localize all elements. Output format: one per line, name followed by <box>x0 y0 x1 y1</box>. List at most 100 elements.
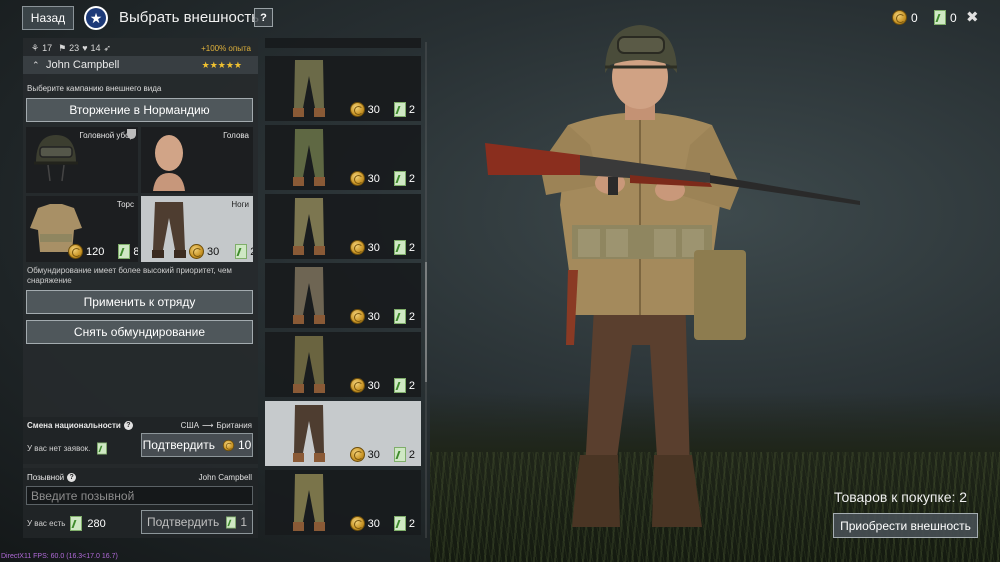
silver-coin-icon <box>349 171 365 186</box>
nationality-confirm-button[interactable]: Подтвердить 10 <box>141 433 253 457</box>
item-silver: 30 <box>367 517 380 530</box>
callsign-title: Позывной ? <box>27 473 77 482</box>
list-item[interactable]: 30 2 <box>265 125 421 190</box>
close-icon[interactable]: ✖ <box>966 8 979 26</box>
rank-icon: ⚑ <box>58 42 67 53</box>
help-button[interactable]: ? <box>254 8 273 27</box>
silver-coin-icon <box>349 516 365 531</box>
ticket-icon <box>393 240 406 255</box>
ticket-icon <box>393 102 406 117</box>
soldier-stars: ★★★★★ <box>201 59 242 70</box>
callsign-confirm-label: Подтвердить <box>147 515 220 529</box>
ticket-icon <box>393 171 406 186</box>
list-item[interactable]: 30 2 <box>265 470 421 535</box>
xp-bonus: +100% опыта <box>201 43 251 53</box>
list-item[interactable]: 30 2 <box>265 56 421 121</box>
trousers-icon <box>293 405 325 462</box>
remove-uniform-button[interactable]: Снять обмундирование <box>26 320 253 344</box>
callsign-input[interactable] <box>26 486 253 505</box>
usa-star-icon: ★ <box>84 6 108 30</box>
current-callsign: John Campbell <box>198 473 252 482</box>
slot-torso-price: 120 8 <box>68 244 138 259</box>
trousers-icon <box>152 202 186 258</box>
silver-coin-icon <box>349 378 365 393</box>
soldier-name-row: ⌃ John Campbell ★★★★★ <box>23 56 258 74</box>
ammo-icon: ➶ <box>103 42 112 53</box>
ticket-icon <box>393 516 406 531</box>
list-item[interactable]: 30 2 <box>265 263 421 328</box>
fps-counter: DirectX11 FPS: 60.0 (16.3<17.0 16.7) <box>1 553 118 560</box>
top-bar: Назад ★ Выбрать внешность ? 0 0 ✖ <box>0 0 1000 38</box>
item-tickets: 2 <box>408 241 415 254</box>
trousers-list[interactable]: 30 2 30 2 30 2 30 2 30 2 30 2 30 2 <box>262 38 424 538</box>
slot-torso-label: Торс <box>116 200 134 209</box>
cart-count: Товаров к покупке: 2 <box>834 489 968 505</box>
slot-torso[interactable]: Торс 120 8 <box>26 196 138 262</box>
soldier-stats: ⚘ 17 ⚑ 23 ♥ 14 ➶ +100% опыта <box>31 41 251 55</box>
nationality-title-text: Смена национальности <box>27 421 121 430</box>
ticket-icon <box>393 309 406 324</box>
appearance-panel: ⚘ 17 ⚑ 23 ♥ 14 ➶ +100% опыта ⌃ John Camp… <box>23 38 258 538</box>
item-tickets: 2 <box>408 517 415 530</box>
stat-3: 14 <box>90 43 101 53</box>
ticket-icon <box>393 447 406 462</box>
ticket-balance: 0 <box>934 10 957 25</box>
buy-appearance-button[interactable]: Приобрести внешность <box>833 513 978 538</box>
list-item[interactable]: 30 2 <box>265 401 421 466</box>
silver-coin-icon <box>222 439 235 451</box>
slot-torso-tickets: 8 <box>133 245 138 258</box>
chevron-rank-icon: ⌃ <box>32 60 40 70</box>
item-tickets: 2 <box>408 310 415 323</box>
silver-coin-icon <box>349 309 365 324</box>
item-silver: 30 <box>367 241 380 254</box>
nationality-status: У вас нет заявок. <box>27 441 108 456</box>
helmet-icon <box>34 135 78 182</box>
item-silver: 30 <box>367 310 380 323</box>
help-icon[interactable]: ? <box>123 421 133 430</box>
slot-legs[interactable]: Ноги 30 2 <box>141 196 253 262</box>
list-item[interactable] <box>265 38 421 48</box>
shield-icon <box>127 129 136 139</box>
item-tickets: 2 <box>408 379 415 392</box>
scrollbar-thumb[interactable] <box>425 262 427 382</box>
trousers-icon <box>293 267 325 324</box>
trousers-icon <box>293 474 325 531</box>
item-price: 30 2 <box>349 378 415 393</box>
silver-coin-icon <box>68 244 83 259</box>
callsign-section: Позывной ? John Campbell У вас есть 280 … <box>23 468 258 538</box>
apply-to-squad-button[interactable]: Применить к отряду <box>26 290 253 314</box>
item-price: 30 2 <box>349 516 415 531</box>
list-item[interactable]: 30 2 <box>265 194 421 259</box>
item-silver: 30 <box>367 103 380 116</box>
silver-coin-icon <box>349 102 365 117</box>
heart-icon: ♥ <box>82 43 88 53</box>
item-tickets: 2 <box>408 103 415 116</box>
stat-1: 17 <box>42 43 53 53</box>
slot-headgear[interactable]: Головной убор <box>26 127 138 193</box>
stat-2: 23 <box>69 43 80 53</box>
item-silver: 30 <box>367 379 380 392</box>
callsign-balance: У вас есть 280 <box>27 516 106 531</box>
slot-headgear-label: Головной убор <box>79 131 134 140</box>
silver-coin-icon <box>349 240 365 255</box>
help-icon[interactable]: ? <box>67 473 77 482</box>
slot-head[interactable]: Голова <box>141 127 253 193</box>
character-preview[interactable] <box>430 0 1000 562</box>
nationality-to: Бритaния <box>216 421 253 430</box>
campaign-label: Выберите кампанию внешнего вида <box>27 84 162 93</box>
trousers-icon <box>293 198 325 255</box>
callsign-cost: 1 <box>240 515 247 529</box>
back-button[interactable]: Назад <box>22 6 74 30</box>
nationality-title: Смена национальности ? <box>27 421 133 430</box>
list-item[interactable]: 30 2 <box>265 332 421 397</box>
silver-coin-icon <box>892 10 907 25</box>
slot-torso-silver: 120 <box>86 245 105 258</box>
callsign-confirm-button[interactable]: Подтвердить 1 <box>141 510 253 534</box>
item-price: 30 2 <box>349 171 415 186</box>
campaign-select-button[interactable]: Вторжение в Нормандию <box>26 98 253 122</box>
item-price: 30 2 <box>349 240 415 255</box>
callsign-have-label: У вас есть <box>27 519 66 528</box>
item-silver: 30 <box>367 172 380 185</box>
soldier-name: John Campbell <box>46 59 120 71</box>
slot-legs-price: 30 2 <box>189 244 253 259</box>
